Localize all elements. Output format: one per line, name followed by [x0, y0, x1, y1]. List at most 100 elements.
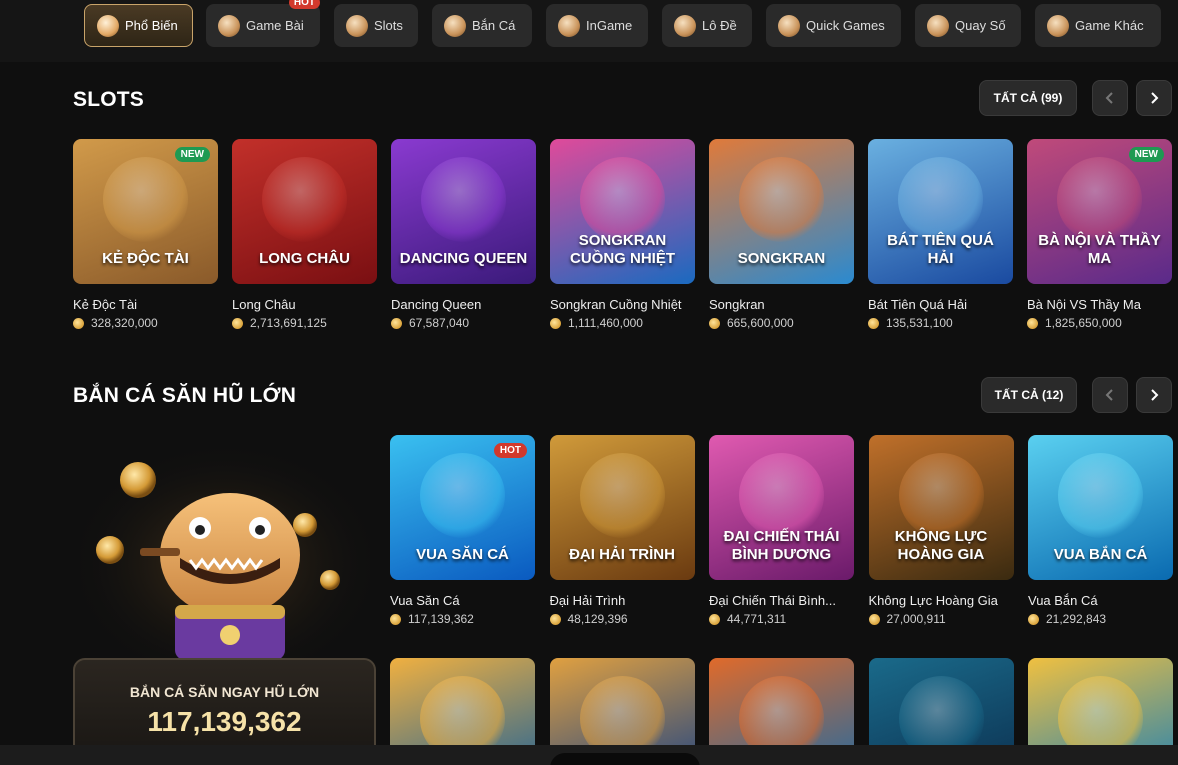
thumbnail-title: ĐẠI CHIẾN THÁI BÌNH DƯƠNG: [723, 528, 840, 563]
thumbnail-title: SONGKRAN: [737, 250, 826, 267]
tab-label: Game Bài: [246, 18, 304, 33]
game-thumbnail[interactable]: ĐẠI CHIẾN THÁI BÌNH DƯƠNG: [709, 435, 854, 580]
coin-icon: [549, 613, 561, 625]
game-card[interactable]: SONGKRAN CUỒNG NHIỆT Songkran Cuồng Nhiệt…: [550, 139, 695, 330]
game-card[interactable]: ĐẠI CHIẾN THÁI BÌNH DƯƠNG Đại Chiến Thái …: [709, 435, 854, 626]
rocket-icon: [778, 14, 800, 37]
tab-ingame[interactable]: InGame: [546, 4, 648, 47]
coin-icon: [1027, 317, 1038, 329]
game-card[interactable]: BÁT TIÊN QUÁ HẢI Bát Tiên Quá Hải 135,531,…: [868, 139, 1013, 330]
game-character-art: [739, 453, 824, 538]
coin-icon: [868, 613, 880, 625]
tab-quay-so[interactable]: Quay Số: [915, 4, 1021, 47]
jackpot-amount: 67,587,040: [391, 316, 469, 330]
chevron-right-icon: [1151, 389, 1159, 401]
controller-icon: [1047, 14, 1069, 37]
tab-ban-ca[interactable]: Bắn Cá: [432, 4, 532, 47]
game-name: Songkran Cuồng Nhiệt: [550, 297, 682, 312]
game-card[interactable]: VUA BẮN CÁ Vua Bắn Cá 21,292,843: [1028, 435, 1173, 626]
amount-value: 2,713,691,125: [250, 316, 327, 330]
tab-label: Lô Đề: [702, 18, 737, 33]
slots-prev-button[interactable]: [1092, 80, 1128, 116]
game-character-art: [262, 157, 347, 242]
chevron-left-icon: [1105, 389, 1113, 401]
game-card[interactable]: LONG CHÂU Long Châu 2,713,691,125: [232, 139, 377, 330]
jackpot-amount: 48,129,396: [549, 612, 628, 626]
game-thumbnail[interactable]: VUA BẮN CÁ: [1028, 435, 1173, 580]
thumbnail-title: KHÔNG LỰC HOÀNG GIA: [894, 528, 988, 563]
hot-badge: HOT: [493, 443, 527, 458]
game-name: Vua Săn Cá: [390, 593, 460, 608]
tab-label: InGame: [586, 18, 633, 33]
game-card[interactable]: SONGKRAN Songkran 665,600,000: [709, 139, 854, 330]
game-thumbnail[interactable]: LONG CHÂU: [232, 139, 377, 284]
amount-value: 1,825,650,000: [1045, 316, 1122, 330]
tab-quick-games[interactable]: Quick Games: [766, 4, 901, 47]
slots-next-button[interactable]: [1136, 80, 1172, 116]
fishing-view-all-button[interactable]: TẤT CẢ (12): [981, 377, 1077, 413]
tab-lo-de[interactable]: Lô Đề: [662, 4, 752, 47]
game-character-art: [579, 453, 665, 538]
fire-icon: [97, 14, 119, 37]
tab-slots[interactable]: Slots: [334, 4, 418, 47]
jackpot-amount: 1,111,460,000: [550, 316, 643, 330]
slots-section-title: SLOTS: [73, 88, 145, 111]
coin-icon: [390, 613, 401, 625]
game-character-art: [898, 157, 983, 242]
jackpot-amount: 117,139,362: [390, 612, 474, 626]
game-thumbnail[interactable]: SONGKRAN CUỒNG NHIỆT: [550, 139, 695, 284]
jackpot-value: 117,139,362: [147, 706, 302, 737]
thumbnail-title: VUA BẮN CÁ: [1053, 546, 1148, 563]
game-thumbnail[interactable]: BÁT TIÊN QUÁ HẢI: [868, 139, 1013, 284]
game-thumbnail[interactable]: DANCING QUEEN: [391, 139, 536, 284]
game-thumbnail[interactable]: BÀ NỘI VÀ THẦY MA NEW: [1027, 139, 1172, 284]
thumbnail-title: LONG CHÂU: [259, 250, 350, 267]
tab-label: Game Khác: [1075, 18, 1144, 33]
jackpot-amount: 44,771,311: [709, 612, 786, 626]
fishing-prev-button[interactable]: [1092, 377, 1128, 413]
coin-icon: [391, 317, 402, 329]
game-card[interactable]: DANCING QUEEN Dancing Queen 67,587,040: [391, 139, 536, 330]
game-thumbnail[interactable]: KHÔNG LỰC HOÀNG GIA: [868, 435, 1014, 580]
game-thumbnail[interactable]: VUA SĂN CÁ HOT: [390, 435, 535, 580]
bottom-nav-handle[interactable]: [550, 753, 700, 765]
amount-value: 328,320,000: [91, 316, 158, 330]
game-thumbnail[interactable]: KẺ ĐỘC TÀI NEW: [73, 139, 218, 284]
game-thumbnail[interactable]: ĐẠI HẢI TRÌNH: [549, 435, 695, 580]
jackpot-amount: 135,531,100: [868, 316, 953, 330]
game-card[interactable]: BÀ NỘI VÀ THẦY MA NEW Bà Nội VS Thầy Ma 1,8…: [1027, 139, 1172, 330]
game-card[interactable]: VUA SĂN CÁ HOT Vua Săn Cá 117,139,362: [390, 435, 535, 626]
game-name: Dancing Queen: [391, 297, 482, 312]
tab-label: Quick Games: [806, 18, 885, 33]
amount-value: 67,587,040: [409, 316, 470, 330]
jackpot-amount: 21,292,843: [1028, 612, 1106, 626]
coin-icon: [232, 317, 243, 329]
thumbnail-title: DANCING QUEEN: [399, 250, 528, 267]
game-card[interactable]: ĐẠI HẢI TRÌNH Đại Hải Trình 48,129,396: [549, 435, 695, 626]
slots-view-all-button[interactable]: TẤT CẢ (99): [979, 80, 1077, 116]
game-thumbnail[interactable]: SONGKRAN: [709, 139, 854, 284]
gamepad-icon: [558, 14, 580, 37]
tab-game-khac[interactable]: Game Khác: [1035, 4, 1161, 47]
game-card[interactable]: KHÔNG LỰC HOÀNG GIA Không Lực Hoàng Gia 27…: [868, 435, 1014, 626]
coin-icon: [550, 317, 561, 329]
amount-value: 27,000,911: [886, 612, 946, 626]
fishing-next-button[interactable]: [1136, 377, 1172, 413]
tab-game-bai[interactable]: Game Bài HOT: [206, 0, 320, 47]
game-name: Bát Tiên Quá Hải: [868, 297, 967, 312]
tab-label: Phổ Biến: [125, 18, 178, 33]
tab-pho-bien[interactable]: Phổ Biến: [84, 4, 193, 47]
game-name: Vua Bắn Cá: [1028, 593, 1098, 608]
jackpot-amount: 1,825,650,000: [1027, 316, 1122, 330]
game-character-art: [421, 157, 506, 242]
jackpot-promo-card[interactable]: BẮN CÁ SĂN NGAY HŨ LỚN 117,139,362: [73, 658, 376, 758]
coin-icon: [709, 613, 720, 625]
amount-value: 21,292,843: [1046, 612, 1107, 626]
coin-icon: [709, 317, 720, 329]
coin-icon: [1028, 613, 1039, 625]
game-card[interactable]: KẺ ĐỘC TÀI NEW Kẻ Độc Tài 328,320,000: [73, 139, 218, 330]
new-badge: NEW: [1128, 147, 1164, 162]
jackpot-amount: 2,713,691,125: [232, 316, 327, 330]
fishing-section-title: BẮN CÁ SĂN HŨ LỚN: [73, 384, 297, 407]
coin-icon: [73, 317, 84, 329]
